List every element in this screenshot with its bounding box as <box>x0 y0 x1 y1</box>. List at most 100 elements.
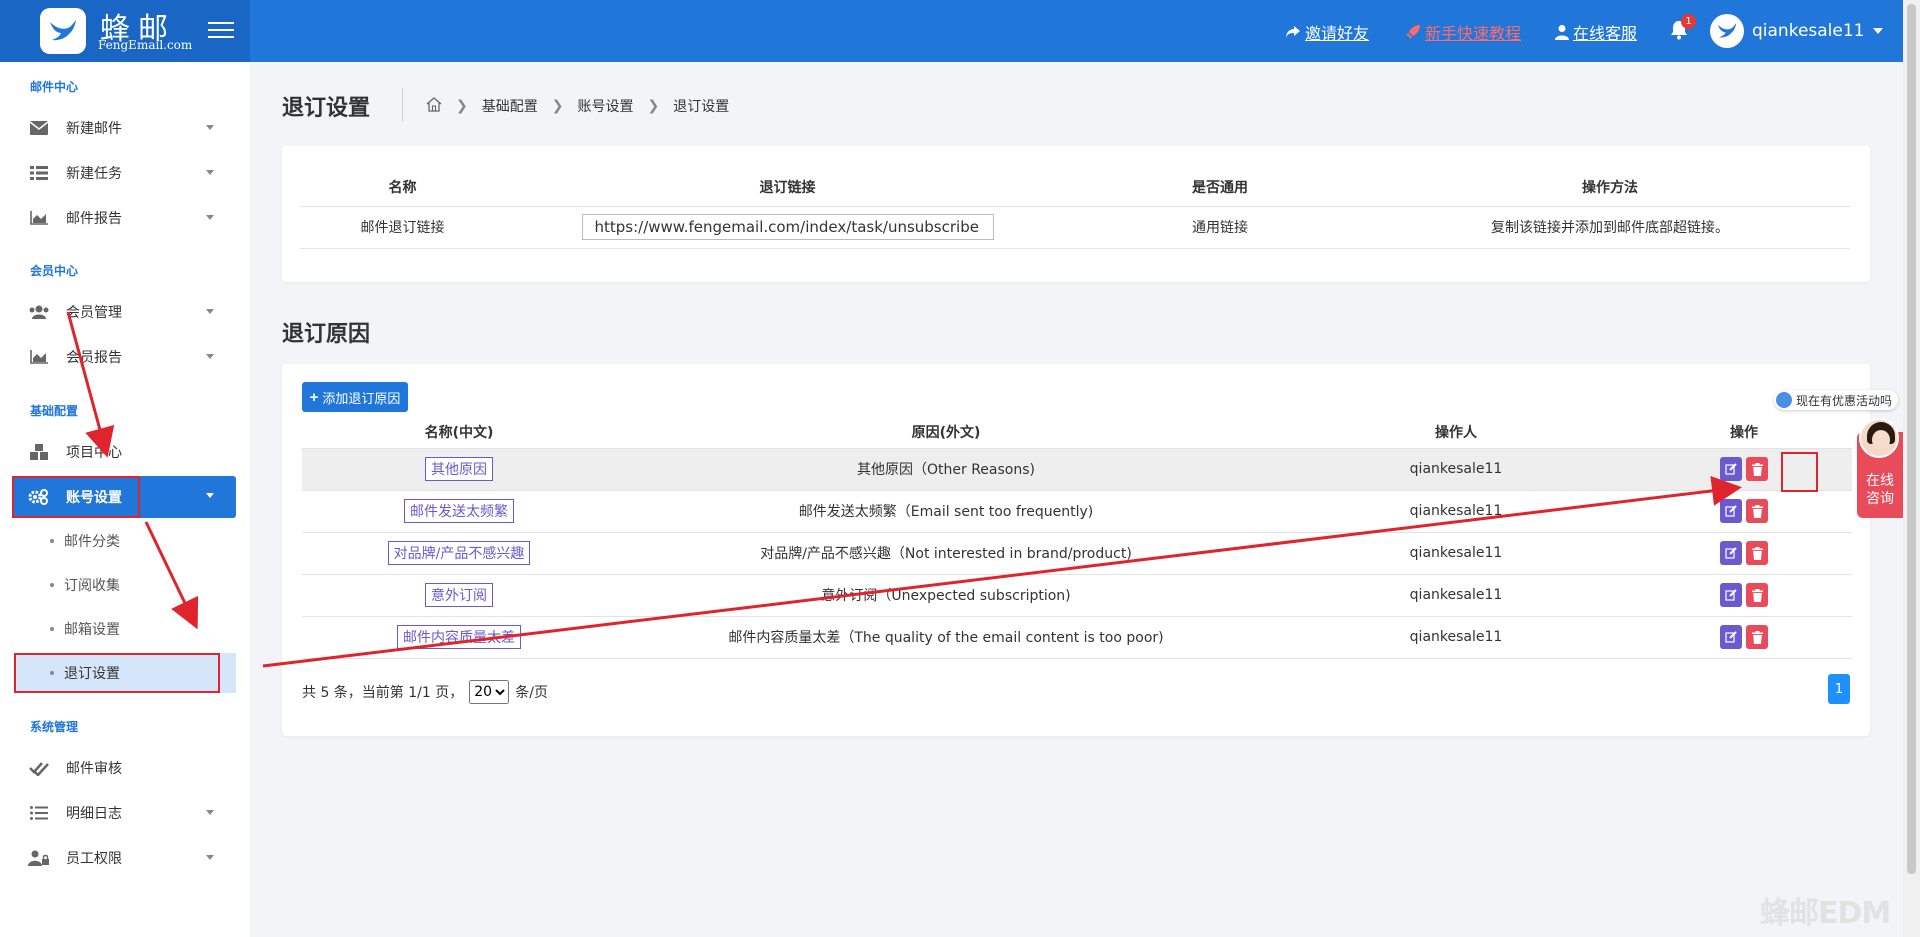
sidebar-subitem-mailbox[interactable]: 邮箱设置 <box>14 609 236 649</box>
trash-icon <box>1751 546 1763 560</box>
sidebar-subitem-subscription[interactable]: 订阅收集 <box>14 565 236 605</box>
trash-icon <box>1751 630 1763 644</box>
sidebar-item-member-report[interactable]: 会员报告 <box>14 337 236 377</box>
sidebar-item-staff-permissions[interactable]: 员工权限 <box>14 838 236 878</box>
caret-down-icon <box>206 855 214 860</box>
caret-down-icon <box>206 810 214 815</box>
breadcrumb: ❯ 基础配置 ❯ 账号设置 ❯ 退订设置 <box>426 96 729 116</box>
caret-down-icon <box>206 493 214 498</box>
edit-button[interactable] <box>1720 499 1742 523</box>
envelope-icon <box>28 117 50 139</box>
delete-button[interactable] <box>1746 625 1768 649</box>
scrollbar-thumb[interactable] <box>1907 4 1916 874</box>
annotation-box <box>12 476 140 518</box>
reason-text: 对品牌/产品不感兴趣（Not interested in brand/produ… <box>616 531 1276 574</box>
unsubscribe-reasons-card: 名称(中文) 原因(外文) 操作人 操作 其他原因 其他原因（Other Rea… <box>282 364 1870 736</box>
page-size-select[interactable]: 20 <box>469 680 510 704</box>
unsubscribe-link-table: 名称 退订链接 是否通用 操作方法 邮件退订链接 通用链接 复制该链接并添加到邮… <box>300 168 1850 249</box>
reason-name-tag[interactable]: 意外订阅 <box>425 583 493 607</box>
sidebar-item-mail-review[interactable]: 邮件审核 <box>14 748 236 788</box>
reason-name-tag[interactable]: 其他原因 <box>425 457 493 481</box>
sidebar-item-mail-report[interactable]: 邮件报告 <box>14 198 236 238</box>
caret-down-icon <box>206 170 214 175</box>
edit-button[interactable] <box>1720 583 1742 607</box>
sidebar-item-label: 新建任务 <box>66 166 122 182</box>
edit-button[interactable] <box>1720 625 1742 649</box>
section-system-mgmt: 系统管理 <box>30 720 79 734</box>
user-menu[interactable]: qiankesale11 <box>1710 14 1883 48</box>
invite-friends-link[interactable]: 邀请好友 <box>1285 20 1369 44</box>
user-icon <box>1555 25 1569 40</box>
chat-prompt-bubble[interactable]: 现在有优惠活动吗 <box>1774 390 1899 410</box>
link-url-cell <box>505 206 1070 249</box>
sidebar-item-label: 员工权限 <box>66 851 122 867</box>
menu-toggle-icon[interactable] <box>208 17 234 43</box>
trash-icon <box>1751 462 1763 476</box>
operator: qiankesale11 <box>1276 531 1636 574</box>
chevron-right-icon: ❯ <box>647 98 660 114</box>
name-cell: 邮件发送太频繁 <box>302 489 616 532</box>
reason-name-tag[interactable]: 对品牌/产品不感兴趣 <box>387 541 531 565</box>
sidebar-item-label: 会员报告 <box>66 350 122 366</box>
name-cell: 对品牌/产品不感兴趣 <box>302 531 616 574</box>
edit-icon <box>1725 589 1737 601</box>
operator: qiankesale11 <box>1276 447 1636 490</box>
operator: qiankesale11 <box>1276 573 1636 616</box>
unsubscribe-url-field[interactable] <box>581 214 994 240</box>
sidebar-item-new-task[interactable]: 新建任务 <box>14 153 236 193</box>
column-header: 退订链接 <box>505 168 1070 207</box>
sidebar-item-member-mgmt[interactable]: 会员管理 <box>14 292 236 332</box>
pagination-info: 共 5 条，当前第 1/1 页， 20 条/页 <box>302 680 548 704</box>
sidebar-item-detail-log[interactable]: 明细日志 <box>14 793 236 833</box>
consult-label-line1: 在线 <box>1866 473 1894 489</box>
sidebar-item-project-center[interactable]: 项目中心 <box>14 432 236 472</box>
actions-cell <box>1636 447 1852 490</box>
sidebar-item-label: 邮件报告 <box>66 211 122 227</box>
reason-text: 邮件内容质量太差（The quality of the email conten… <box>616 615 1276 659</box>
column-header: 操作方法 <box>1370 168 1850 207</box>
sidebar-item-new-mail[interactable]: 新建邮件 <box>14 108 236 148</box>
bullet-icon <box>50 583 54 587</box>
breadcrumb-item[interactable]: 基础配置 <box>482 96 538 116</box>
brand-domain: FengEmail.com <box>98 38 193 52</box>
column-header: 是否通用 <box>1070 168 1370 207</box>
list-icon <box>28 162 50 184</box>
section-mail-center: 邮件中心 <box>30 80 79 94</box>
watermark: 蜂邮EDM <box>1760 896 1891 931</box>
add-reason-button[interactable]: + 添加退订原因 <box>302 382 408 412</box>
page-button[interactable]: 1 <box>1828 674 1850 704</box>
edit-button[interactable] <box>1720 541 1742 565</box>
online-support-link[interactable]: 在线客服 <box>1555 20 1637 44</box>
delete-button[interactable] <box>1746 541 1768 565</box>
reason-name-tag[interactable]: 邮件发送太频繁 <box>404 499 514 523</box>
avatar <box>1710 14 1744 48</box>
delete-button[interactable] <box>1746 499 1768 523</box>
top-bar: 蜂邮 FengEmail.com 邀请好友 新手快速教程 在线客服 1 qian… <box>0 0 1903 62</box>
agent-avatar[interactable] <box>1859 418 1899 458</box>
breadcrumb-item[interactable]: 账号设置 <box>577 96 633 116</box>
tutorial-label: 新手快速教程 <box>1425 24 1522 43</box>
tutorial-link[interactable]: 新手快速教程 <box>1405 20 1521 44</box>
home-icon[interactable] <box>426 96 442 116</box>
reason-text: 邮件发送太频繁（Email sent too frequently) <box>616 489 1276 532</box>
annotation-box <box>14 653 220 693</box>
vertical-scrollbar[interactable] <box>1903 0 1920 937</box>
actions-cell <box>1636 489 1852 532</box>
edit-icon <box>1725 505 1737 517</box>
chevron-right-icon: ❯ <box>551 98 564 114</box>
title-divider <box>402 88 403 122</box>
reasons-table: 名称(中文) 原因(外文) 操作人 操作 其他原因 其他原因（Other Rea… <box>302 416 1852 659</box>
cubes-icon <box>28 441 50 463</box>
page-title: 退订设置 <box>282 96 371 121</box>
per-page-suffix: 条/页 <box>515 685 548 701</box>
caret-down-icon <box>206 309 214 314</box>
edit-button[interactable] <box>1720 457 1742 481</box>
notification-badge: 1 <box>1681 14 1696 29</box>
reason-name-tag[interactable]: 邮件内容质量太差 <box>397 625 521 649</box>
actions-cell <box>1636 573 1852 616</box>
sidebar-subitem-mail-category[interactable]: 邮件分类 <box>14 521 236 561</box>
delete-button[interactable] <box>1746 583 1768 607</box>
chevron-down-icon <box>1872 28 1883 34</box>
actions-cell <box>1636 531 1852 574</box>
delete-button[interactable] <box>1746 457 1768 481</box>
